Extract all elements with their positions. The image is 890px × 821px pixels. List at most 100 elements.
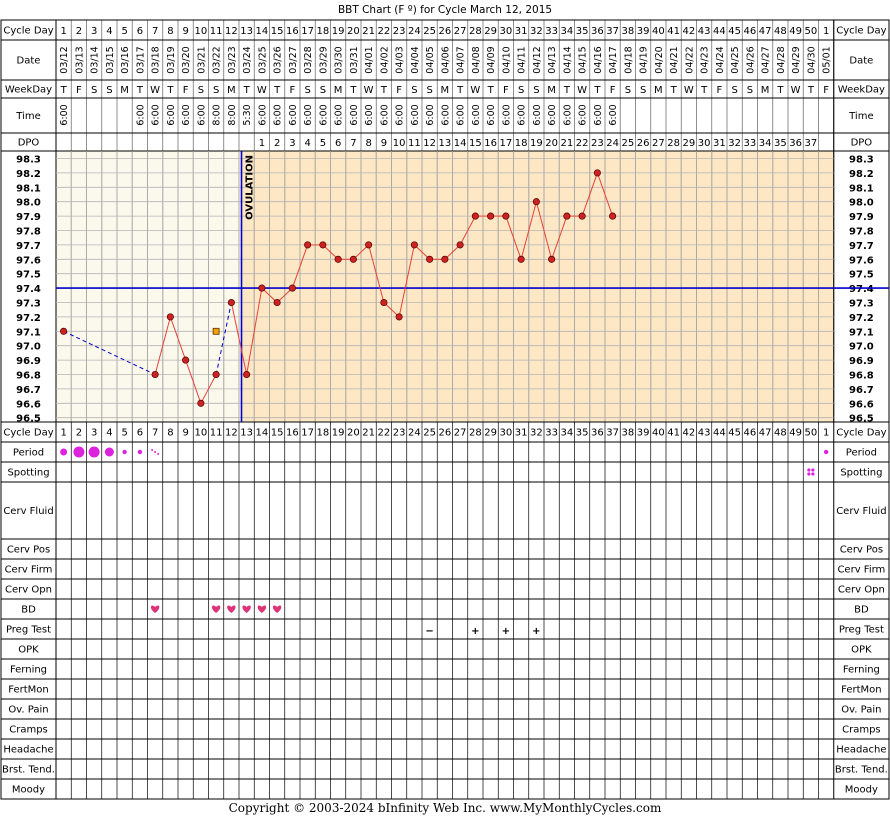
weekday-label: T: [243, 85, 251, 96]
row-label-left-cycle_day: Cycle Day: [3, 26, 53, 37]
period-dot: [151, 449, 154, 451]
temp-tick-left: 97.1: [16, 327, 41, 338]
weekday-label: M: [547, 85, 556, 96]
weekday-label: M: [761, 85, 770, 96]
temp-point: [319, 241, 327, 249]
cycle-day-label: 17: [301, 26, 314, 37]
temp-point: [182, 356, 190, 364]
temp-tick-left: 96.7: [16, 385, 41, 396]
date-label: 03/31: [349, 46, 360, 73]
bottom-cycle-day-label: 50: [805, 428, 818, 439]
cycle-day-label: 16: [286, 26, 299, 37]
cycle-day-label: 48: [774, 26, 787, 37]
row-label-left-spotting: Spotting: [7, 468, 49, 479]
weekday-label: W: [577, 85, 587, 96]
bottom-cycle-day-label: 30: [500, 428, 513, 439]
cycle-day-label: 25: [423, 26, 436, 37]
cycle-day-label: 12: [225, 26, 238, 37]
temp-tick-right: 96.8: [849, 371, 874, 382]
date-label: 03/16: [120, 46, 131, 73]
date-label: 04/27: [761, 46, 772, 73]
bottom-cycle-day-label: 14: [256, 428, 269, 439]
temp-point: [532, 198, 540, 206]
date-label: 04/25: [730, 46, 741, 73]
weekday-label: T: [60, 85, 68, 96]
weekday-label: F: [183, 85, 189, 96]
dpo-label: 35: [774, 138, 787, 149]
time-label: 6:00: [135, 104, 146, 125]
row-label-left-cramps: Cramps: [9, 725, 48, 736]
temp-point: [365, 241, 373, 249]
temp-point: [563, 212, 571, 220]
date-label: 04/07: [456, 46, 467, 73]
row-label-right-opk: OPK: [851, 645, 872, 656]
bottom-cycle-day-label: 37: [606, 428, 619, 439]
row-label-right-time: Time: [848, 111, 873, 122]
date-label: 05/01: [822, 46, 833, 73]
spotting-dot: [807, 472, 811, 476]
temp-tick-left: 98.1: [16, 183, 41, 194]
dpo-label: 23: [591, 138, 604, 149]
weekday-label: S: [198, 85, 204, 96]
date-label: 03/26: [273, 46, 284, 73]
temp-tick-right: 97.9: [849, 212, 874, 223]
dpo-label: 21: [561, 138, 574, 149]
weekday-label: T: [380, 85, 388, 96]
weekday-label: W: [791, 85, 801, 96]
row-label-left-bd: BD: [21, 605, 36, 616]
temp-point: [151, 370, 159, 379]
date-label: 03/17: [135, 46, 146, 73]
weekday-label: S: [731, 85, 737, 96]
date-label: 03/12: [59, 46, 70, 73]
dpo-label: 36: [789, 138, 802, 149]
dpo-label: 19: [530, 138, 543, 149]
cycle-day-label: 39: [637, 26, 650, 37]
temp-tick-left: 96.6: [16, 399, 41, 410]
temp-point: [441, 255, 449, 263]
temp-point: [456, 241, 464, 249]
bottom-cycle-day-label: 26: [439, 428, 452, 439]
weekday-label: W: [684, 85, 694, 96]
weekday-label: F: [289, 85, 295, 96]
bottom-cycle-day-label: 2: [76, 428, 82, 439]
period-marker: [823, 449, 829, 455]
cycle-day-label: 1: [60, 26, 66, 37]
dpo-label: 15: [469, 138, 482, 149]
row-label-right-cycle_day: Cycle Day: [836, 428, 886, 439]
row-label-left-moody: Moody: [12, 785, 45, 796]
temp-tick-left: 98.3: [16, 155, 41, 166]
cycle-day-label: 11: [210, 26, 223, 37]
time-label: 6:00: [349, 104, 360, 125]
dpo-label: 9: [381, 138, 387, 149]
weekday-label: F: [76, 85, 82, 96]
dpo-label: 16: [484, 138, 497, 149]
temp-tick-right: 97.7: [849, 241, 874, 252]
temp-tick-right: 97.2: [849, 313, 874, 324]
dpo-label: 18: [515, 138, 528, 149]
date-label: 04/30: [806, 46, 817, 73]
dpo-label: 31: [713, 138, 726, 149]
row-label-right-ferning: Ferning: [843, 665, 880, 676]
date-label: 04/12: [532, 46, 543, 73]
time-label: 6:00: [578, 104, 589, 125]
cycle-day-label: 31: [515, 26, 528, 37]
time-label: 6:00: [59, 104, 70, 125]
cycle-day-label: 35: [576, 26, 589, 37]
dpo-label: 8: [365, 138, 371, 149]
dpo-label: 26: [637, 138, 650, 149]
weekday-label: F: [503, 85, 509, 96]
bottom-cycle-day-label: 45: [728, 428, 741, 439]
row-label-left-ov_pain: Ov. Pain: [8, 705, 48, 716]
row-label-right-cerv_fluid: Cerv Fluid: [836, 506, 886, 517]
dpo-label: 25: [622, 138, 635, 149]
time-label: 6:00: [288, 104, 299, 125]
weekday-label: S: [625, 85, 631, 96]
cycle-day-label: 8: [167, 26, 173, 37]
cycle-day-label: 9: [182, 26, 188, 37]
weekday-label: S: [426, 85, 432, 96]
row-label-right-moody: Moody: [845, 785, 878, 796]
date-label: 04/15: [578, 46, 589, 73]
dpo-label: 27: [652, 138, 665, 149]
dpo-label: 10: [393, 138, 406, 149]
temp-point: [410, 241, 418, 249]
